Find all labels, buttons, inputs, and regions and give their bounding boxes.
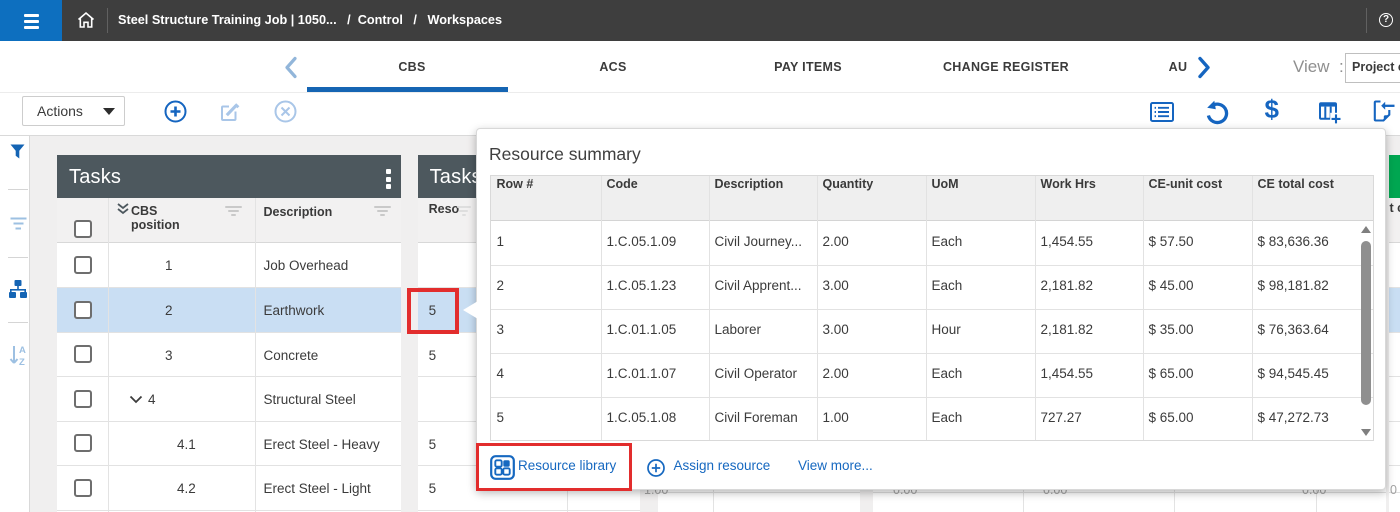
svg-text:Z: Z — [19, 357, 25, 367]
svg-text:A: A — [19, 345, 26, 356]
